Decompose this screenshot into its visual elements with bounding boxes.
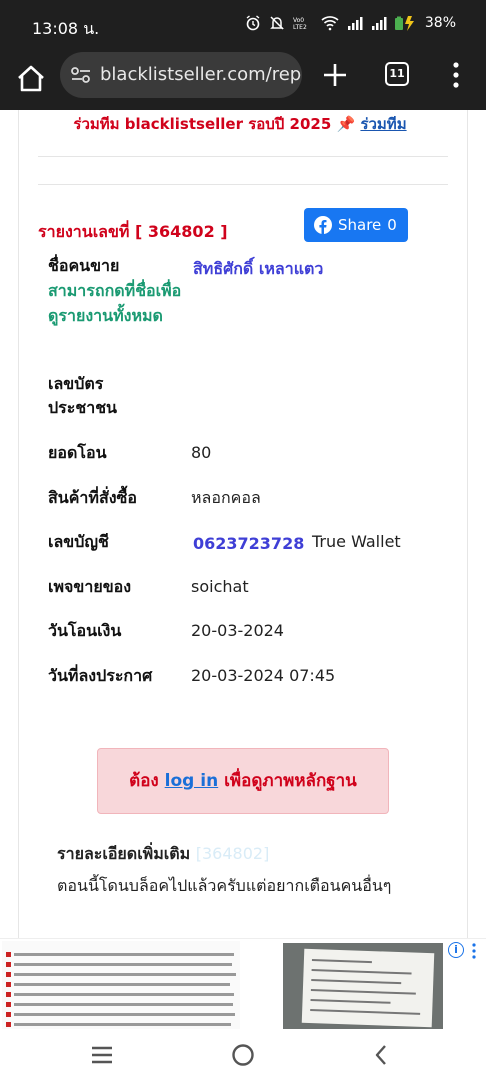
svg-text:Vo0: Vo0: [293, 17, 304, 24]
account-number-link[interactable]: 0623723728: [193, 532, 304, 556]
share-count: 0: [387, 216, 397, 234]
details-heading: รายละเอียดเพิ่มเติม [364802]: [57, 842, 269, 867]
seller-name-link[interactable]: สิทธิศักดิ์ เหลาแตว: [193, 257, 323, 281]
join-team-banner: ร่วมทีม blacklistseller รอบปี 2025 📌 ร่ว…: [50, 112, 430, 136]
signal-icon: [371, 17, 387, 30]
ad-image-receipt[interactable]: [283, 943, 443, 1029]
posted-date-label: วันที่ลงประกาศ: [48, 666, 153, 685]
join-team-link[interactable]: ร่วมทีม: [360, 115, 406, 133]
seller-page-value: soichat: [191, 577, 249, 596]
screen: 13:08 น. Vo0 LTE2 38% blacklistseller.com…: [0, 0, 486, 1080]
browser-toolbar: blacklistseller.com/rep 11: [0, 52, 486, 110]
amount-label: ยอดโอน: [48, 443, 107, 462]
banner-text: ร่วมทีม blacklistseller รอบปี 2025: [73, 115, 332, 133]
site-info-icon[interactable]: [70, 66, 92, 84]
facebook-share-button[interactable]: Share 0: [304, 208, 408, 242]
ad-row: [6, 1021, 236, 1028]
ad-row: [6, 961, 236, 968]
transfer-date-label: วันโอนเงิน: [48, 621, 122, 640]
ad-row: [6, 991, 236, 998]
tabs-button[interactable]: 11: [385, 62, 409, 86]
battery-charging-icon: [394, 16, 414, 31]
recent-apps-icon[interactable]: [90, 1045, 114, 1065]
alarm-icon: [246, 15, 260, 31]
ad-row: [6, 951, 236, 958]
page-content: ร่วมทีม blacklistseller รอบปี 2025 📌 ร่ว…: [0, 110, 486, 938]
seller-page-label: เพจขายของ: [48, 577, 132, 596]
pin-icon: 📌: [336, 115, 356, 133]
status-time: 13:08 น.: [32, 19, 100, 38]
product-label: สินค้าที่สั่งซื้อ: [48, 488, 137, 507]
signal-icon: [347, 17, 363, 30]
login-notice-suffix: เพื่อดูภาพหลักฐาน: [224, 771, 357, 791]
back-icon[interactable]: [373, 1043, 389, 1067]
report-number: รายงานเลขที่ [ 364802 ]: [38, 222, 228, 241]
more-vert-icon[interactable]: [450, 60, 462, 90]
login-link[interactable]: log in: [165, 771, 219, 791]
status-bar: 13:08 น. Vo0 LTE2 38%: [0, 0, 486, 52]
login-notice-prefix: ต้อง: [129, 771, 159, 791]
mute-icon: [270, 16, 284, 30]
transfer-date-value: 20-03-2024: [191, 621, 284, 640]
ad-more-icon[interactable]: [472, 943, 476, 959]
url-text[interactable]: blacklistseller.com/rep: [100, 64, 301, 85]
ad-info-icon[interactable]: i: [448, 942, 464, 958]
wifi-icon: [321, 16, 339, 31]
seller-name-label: ชื่อคนขาย: [48, 256, 120, 275]
home-nav-icon[interactable]: [231, 1043, 255, 1067]
posted-date-value: 20-03-2024 07:45: [191, 666, 336, 685]
details-text: ตอนนี้โดนบล็อคไปแล้วครับแต่อยากเตือนคนอื…: [57, 876, 392, 895]
product-value: หลอกคอล: [191, 488, 261, 507]
account-label: เลขบัญชี: [48, 532, 109, 551]
share-label: Share: [338, 216, 382, 234]
login-required-notice: ต้อง log in เพื่อดูภาพหลักฐาน: [97, 748, 389, 814]
ad-row: [6, 1001, 236, 1008]
ad-row: [6, 971, 236, 978]
bank-name: True Wallet: [312, 532, 401, 551]
volte-icon: Vo0LTE2: [293, 17, 307, 31]
details-ref: [364802]: [195, 844, 270, 863]
home-icon[interactable]: [14, 62, 48, 96]
system-nav-bar: [0, 1030, 486, 1080]
ad-banner[interactable]: i: [0, 938, 486, 1030]
divider: [38, 156, 448, 157]
ad-row: [6, 1011, 236, 1018]
amount-value: 80: [191, 443, 212, 462]
receipt-paper: [301, 948, 435, 1028]
seller-name-hint: สามารถกดที่ชื่อเพื่อดูรายงานทั้งหมด: [48, 281, 182, 325]
plus-icon[interactable]: [320, 60, 350, 90]
divider: [38, 184, 448, 185]
facebook-icon: [314, 216, 332, 234]
status-icons: Vo0 LTE2 38%: [245, 15, 456, 31]
details-title: รายละเอียดเพิ่มเติม: [57, 844, 191, 863]
ad-image-file-list[interactable]: [2, 941, 240, 1029]
svg-text:LTE2: LTE2: [293, 24, 307, 31]
ad-row: [6, 981, 236, 988]
address-bar[interactable]: blacklistseller.com/rep: [60, 52, 302, 98]
id-card-label: เลขบัตรประชาชน: [48, 374, 117, 417]
battery-percent: 38%: [424, 15, 456, 31]
